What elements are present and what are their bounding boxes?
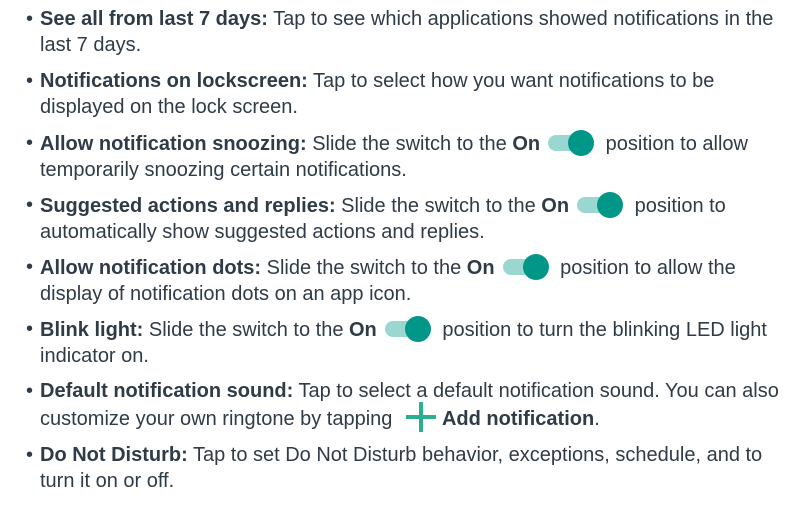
bullet: • xyxy=(26,194,34,216)
toggle-switch-icon xyxy=(502,254,549,280)
item-description-post: . xyxy=(594,408,600,430)
list-item-notification-dots: • Allow notification dots: Slide the swi… xyxy=(26,254,796,307)
on-label: On xyxy=(541,195,570,217)
item-label: Suggested actions and replies: xyxy=(40,195,336,217)
on-label: On xyxy=(349,319,377,341)
item-description-pre: Slide the switch to the xyxy=(306,133,513,155)
item-label: See all from last 7 days: xyxy=(40,8,268,30)
list-item-suggested-actions: • Suggested actions and replies: Slide t… xyxy=(26,192,796,245)
bullet: • xyxy=(26,256,34,278)
bullet: • xyxy=(26,70,34,92)
bullet: • xyxy=(26,444,34,466)
toggle-switch-icon xyxy=(548,130,595,156)
list-item-lockscreen: • Notifications on lockscreen: Tap to se… xyxy=(26,68,796,120)
item-label: Do Not Disturb: xyxy=(40,444,188,466)
list-item-blink-light: • Blink light: Slide the switch to the O… xyxy=(26,316,796,369)
add-notification-label: Add notification xyxy=(441,408,595,430)
item-label: Allow notification snoozing: xyxy=(40,133,307,155)
on-label: On xyxy=(512,133,541,155)
plus-icon xyxy=(405,402,436,432)
list-item-do-not-disturb: • Do Not Disturb: Tap to set Do Not Dist… xyxy=(26,442,796,494)
item-label: Blink light: xyxy=(40,319,144,341)
bullet: • xyxy=(26,380,34,402)
toggle-switch-icon xyxy=(384,316,431,342)
bullet: • xyxy=(26,318,34,340)
on-label: On xyxy=(466,257,495,279)
list-item-snoozing: • Allow notification snoozing: Slide the… xyxy=(26,130,796,183)
instructions-page: • See all from last 7 days: Tap to see w… xyxy=(0,0,800,531)
bullet: • xyxy=(26,8,34,30)
item-description-pre: Slide the switch to the xyxy=(335,195,542,217)
item-label: Default notification sound: xyxy=(40,380,294,402)
item-description-pre: Slide the switch to the xyxy=(261,257,467,279)
list-item-see-all: • See all from last 7 days: Tap to see w… xyxy=(26,6,796,58)
toggle-switch-icon xyxy=(577,192,624,218)
item-label: Allow notification dots: xyxy=(40,257,262,279)
list-item-notification-sound: • Default notification sound: Tap to sel… xyxy=(26,378,796,432)
bullet: • xyxy=(26,132,34,154)
item-label: Notifications on lockscreen: xyxy=(40,70,308,92)
item-description-pre: Slide the switch to the xyxy=(143,319,349,341)
